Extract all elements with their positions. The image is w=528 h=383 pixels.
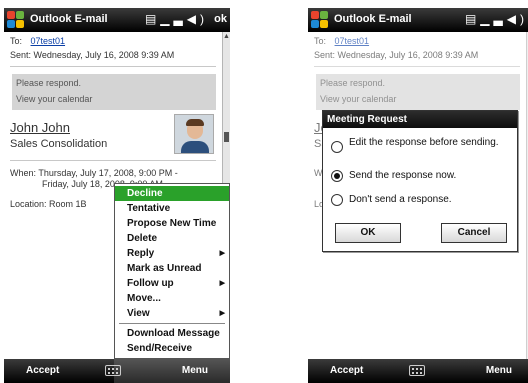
location: Location: Room 1B (10, 199, 87, 209)
sent-value: Wednesday, July 16, 2008 9:39 AM (33, 50, 175, 60)
windows-start-icon[interactable] (311, 11, 329, 29)
to-line: To: 07test01 (10, 36, 65, 46)
dialog-title: Meeting Request (323, 111, 517, 128)
ok-button[interactable]: ok (214, 13, 227, 25)
cancel-button[interactable]: Cancel (441, 223, 507, 243)
radio-button[interactable] (331, 141, 343, 153)
context-menu: Decline Tentative Propose New Time Delet… (114, 183, 230, 359)
divider (10, 160, 216, 161)
submenu-arrow-icon: ▶ (219, 250, 225, 257)
to-label: To: (10, 36, 23, 46)
radio-label: Don't send a response. (349, 194, 452, 205)
soft-key-bar: Accept Menu (308, 359, 528, 383)
keyboard-icon[interactable] (409, 365, 425, 376)
accept-softkey[interactable]: Accept (330, 365, 363, 376)
radio-button[interactable] (331, 194, 343, 206)
windows-start-icon[interactable] (7, 11, 25, 29)
menu-item-propose-new-time[interactable]: Propose New Time (115, 216, 229, 231)
menu-item-reply[interactable]: Reply ▶ (115, 246, 229, 261)
menu-item-view[interactable]: View ▶ (115, 306, 229, 321)
when-line-1: When: Thursday, July 17, 2008, 9:00 PM - (10, 168, 178, 178)
menu-softkey[interactable]: Menu (486, 365, 512, 376)
radio-label: Edit the response before sending. (349, 137, 499, 148)
contacts-icon[interactable]: ▤ (465, 12, 480, 26)
scroll-thumb[interactable] (224, 132, 229, 142)
scroll-up-icon[interactable]: ▲ (223, 32, 230, 41)
accept-softkey[interactable]: Accept (26, 365, 59, 376)
subject: Sales Consolidation (10, 138, 108, 150)
menu-softkey-highlight (114, 359, 230, 383)
menu-softkey[interactable]: Menu (182, 365, 208, 376)
menu-item-decline[interactable]: Decline (115, 186, 229, 201)
title-bar: Outlook E-mail ▤▁▃◀) ok (4, 8, 230, 32)
menu-item-send-receive[interactable]: Send/Receive (115, 341, 229, 356)
phone-screen-menu: Outlook E-mail ▤▁▃◀) ok To: 07test01 Sen… (4, 8, 230, 383)
contacts-icon[interactable]: ▤ (145, 12, 160, 26)
phone-screen-dialog: Outlook E-mail ▤▁▃◀) To: 07test01 Sent: … (308, 8, 528, 383)
divider (10, 66, 216, 67)
radio-button-selected[interactable] (331, 170, 343, 182)
view-calendar-link[interactable]: View your calendar (16, 94, 92, 104)
menu-item-delete[interactable]: Delete (115, 231, 229, 246)
signal-icon[interactable]: ▁▃ (160, 12, 186, 26)
submenu-arrow-icon: ▶ (219, 310, 225, 317)
menu-item-download-message[interactable]: Download Message (115, 326, 229, 341)
menu-divider (119, 323, 225, 324)
to-recipient-link[interactable]: 07test01 (31, 36, 66, 46)
sender-name[interactable]: John John (10, 120, 70, 135)
app-title: Outlook E-mail (334, 13, 412, 25)
sent-label: Sent: (10, 50, 32, 60)
notice-text: Please respond. (16, 78, 82, 88)
notice-box: Please respond. View your calendar (12, 74, 216, 110)
status-icons: ▤▁▃◀) (465, 12, 528, 26)
signal-icon[interactable]: ▁▃ (480, 12, 506, 26)
menu-item-tentative[interactable]: Tentative (115, 201, 229, 216)
volume-icon[interactable]: ◀) (187, 12, 208, 26)
sent-line: Sent: Wednesday, July 16, 2008 9:39 AM (10, 50, 174, 60)
status-icons: ▤▁▃◀) (145, 12, 208, 26)
volume-icon[interactable]: ◀) (507, 12, 528, 26)
keyboard-icon[interactable] (105, 365, 121, 376)
meeting-request-dialog: Meeting Request Edit the response before… (322, 110, 518, 252)
app-title: Outlook E-mail (30, 13, 108, 25)
submenu-arrow-icon: ▶ (219, 280, 225, 287)
avatar (174, 114, 214, 154)
menu-item-move[interactable]: Move... (115, 291, 229, 306)
title-bar: Outlook E-mail ▤▁▃◀) (308, 8, 528, 32)
menu-item-follow-up[interactable]: Follow up ▶ (115, 276, 229, 291)
soft-key-bar: Accept Menu (4, 359, 230, 383)
menu-item-mark-as-unread[interactable]: Mark as Unread (115, 261, 229, 276)
radio-label: Send the response now. (349, 170, 457, 181)
ok-button[interactable]: OK (335, 223, 401, 243)
